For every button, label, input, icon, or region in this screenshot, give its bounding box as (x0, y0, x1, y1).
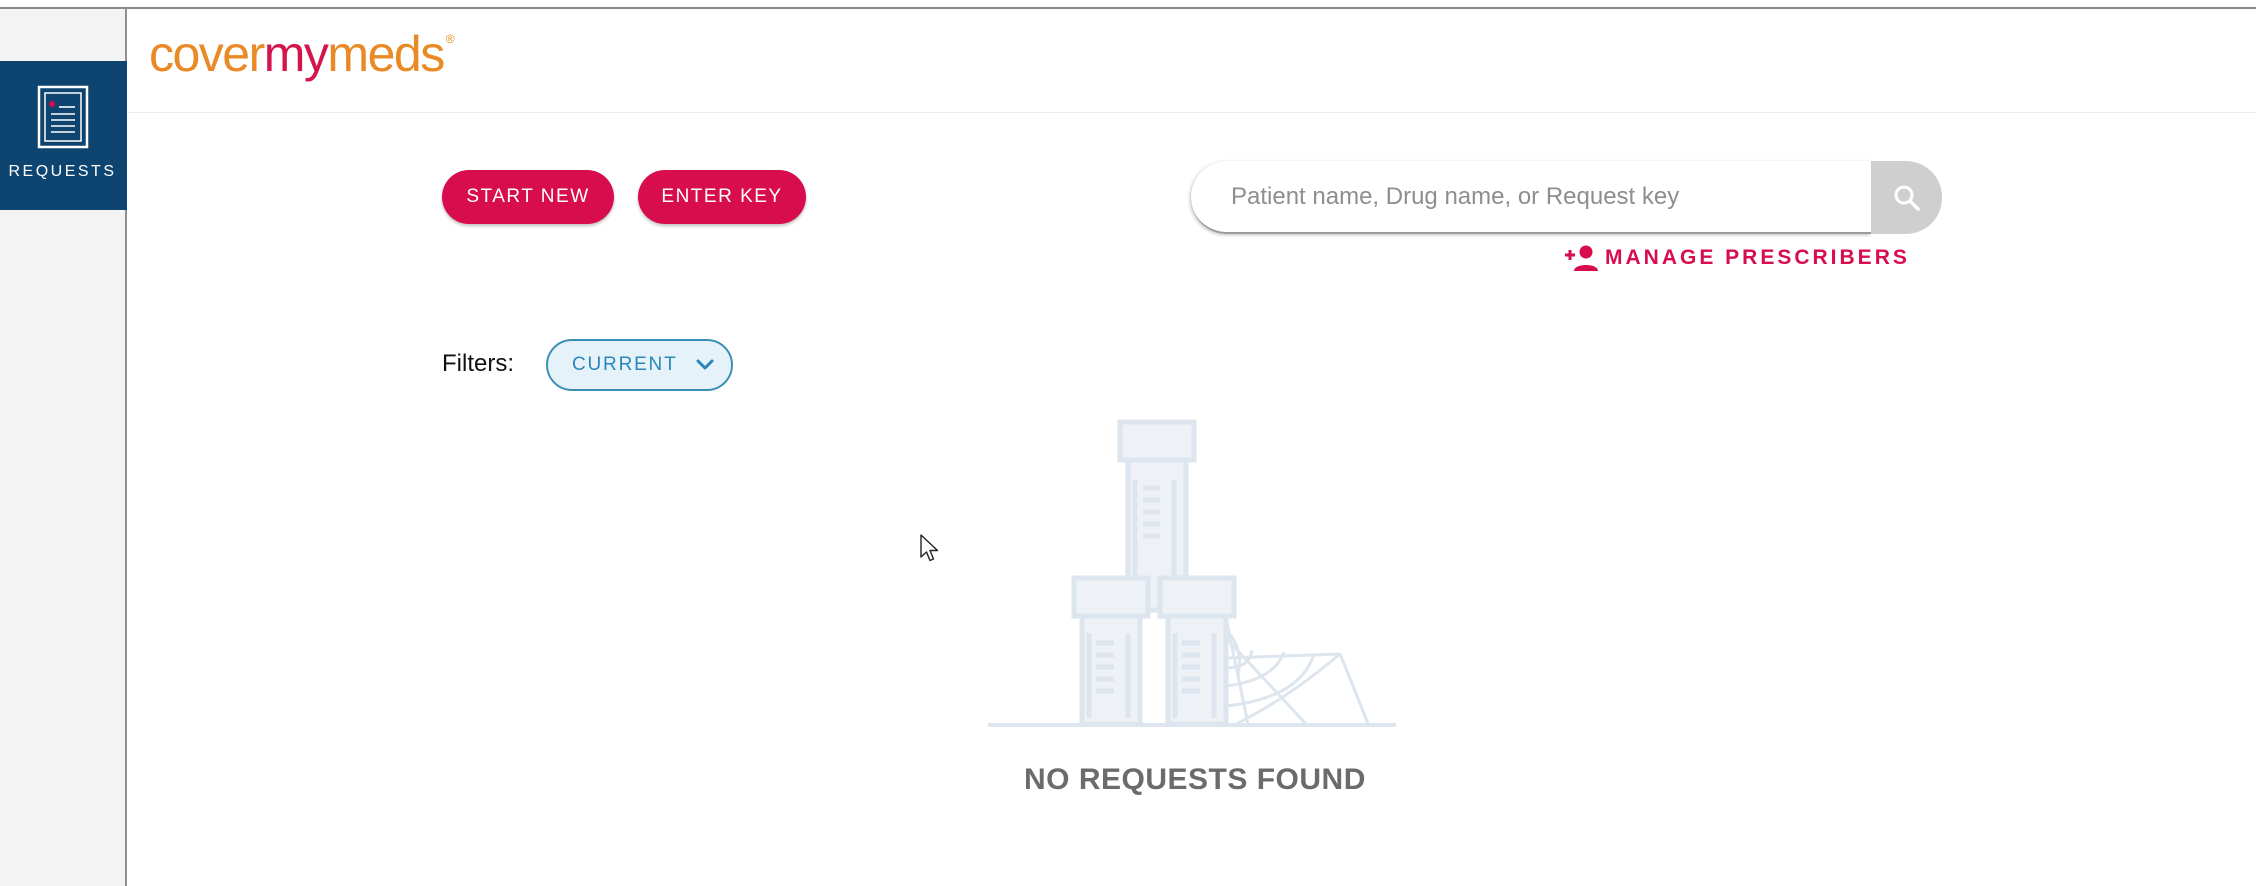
filters-label: Filters: (442, 350, 514, 377)
search-button[interactable] (1871, 161, 1942, 234)
logo-part-cover: cover (149, 26, 265, 82)
empty-state-message: NO REQUESTS FOUND (1024, 763, 1366, 796)
sidebar: REQUESTS (0, 9, 127, 886)
search-icon (1894, 185, 1920, 211)
chevron-down-icon (696, 359, 714, 370)
search-bar (1191, 161, 1942, 234)
logo-part-meds: meds (327, 26, 445, 82)
manage-prescribers-link[interactable]: MANAGE PRESCRIBERS (1563, 244, 1910, 272)
document-icon (37, 85, 89, 149)
mouse-cursor-icon (920, 534, 939, 562)
enter-key-button[interactable]: ENTER KEY (638, 170, 806, 224)
sidebar-item-requests[interactable]: REQUESTS (0, 61, 127, 210)
manage-prescribers-label: MANAGE PRESCRIBERS (1605, 246, 1910, 269)
filter-selected-value: CURRENT (572, 354, 678, 375)
covermymeds-logo[interactable]: covermymeds ® (149, 29, 455, 79)
start-new-button[interactable]: START NEW (442, 170, 614, 224)
sidebar-item-label: REQUESTS (8, 163, 117, 180)
search-input[interactable] (1191, 161, 1871, 234)
empty-bottles-illustration (988, 419, 1396, 727)
app-header: covermymeds ® (129, 9, 2256, 113)
logo-registered-mark: ® (445, 32, 455, 46)
logo-part-my: my (263, 26, 329, 82)
add-person-icon (1565, 245, 1598, 271)
filter-dropdown[interactable]: CURRENT (546, 339, 733, 391)
